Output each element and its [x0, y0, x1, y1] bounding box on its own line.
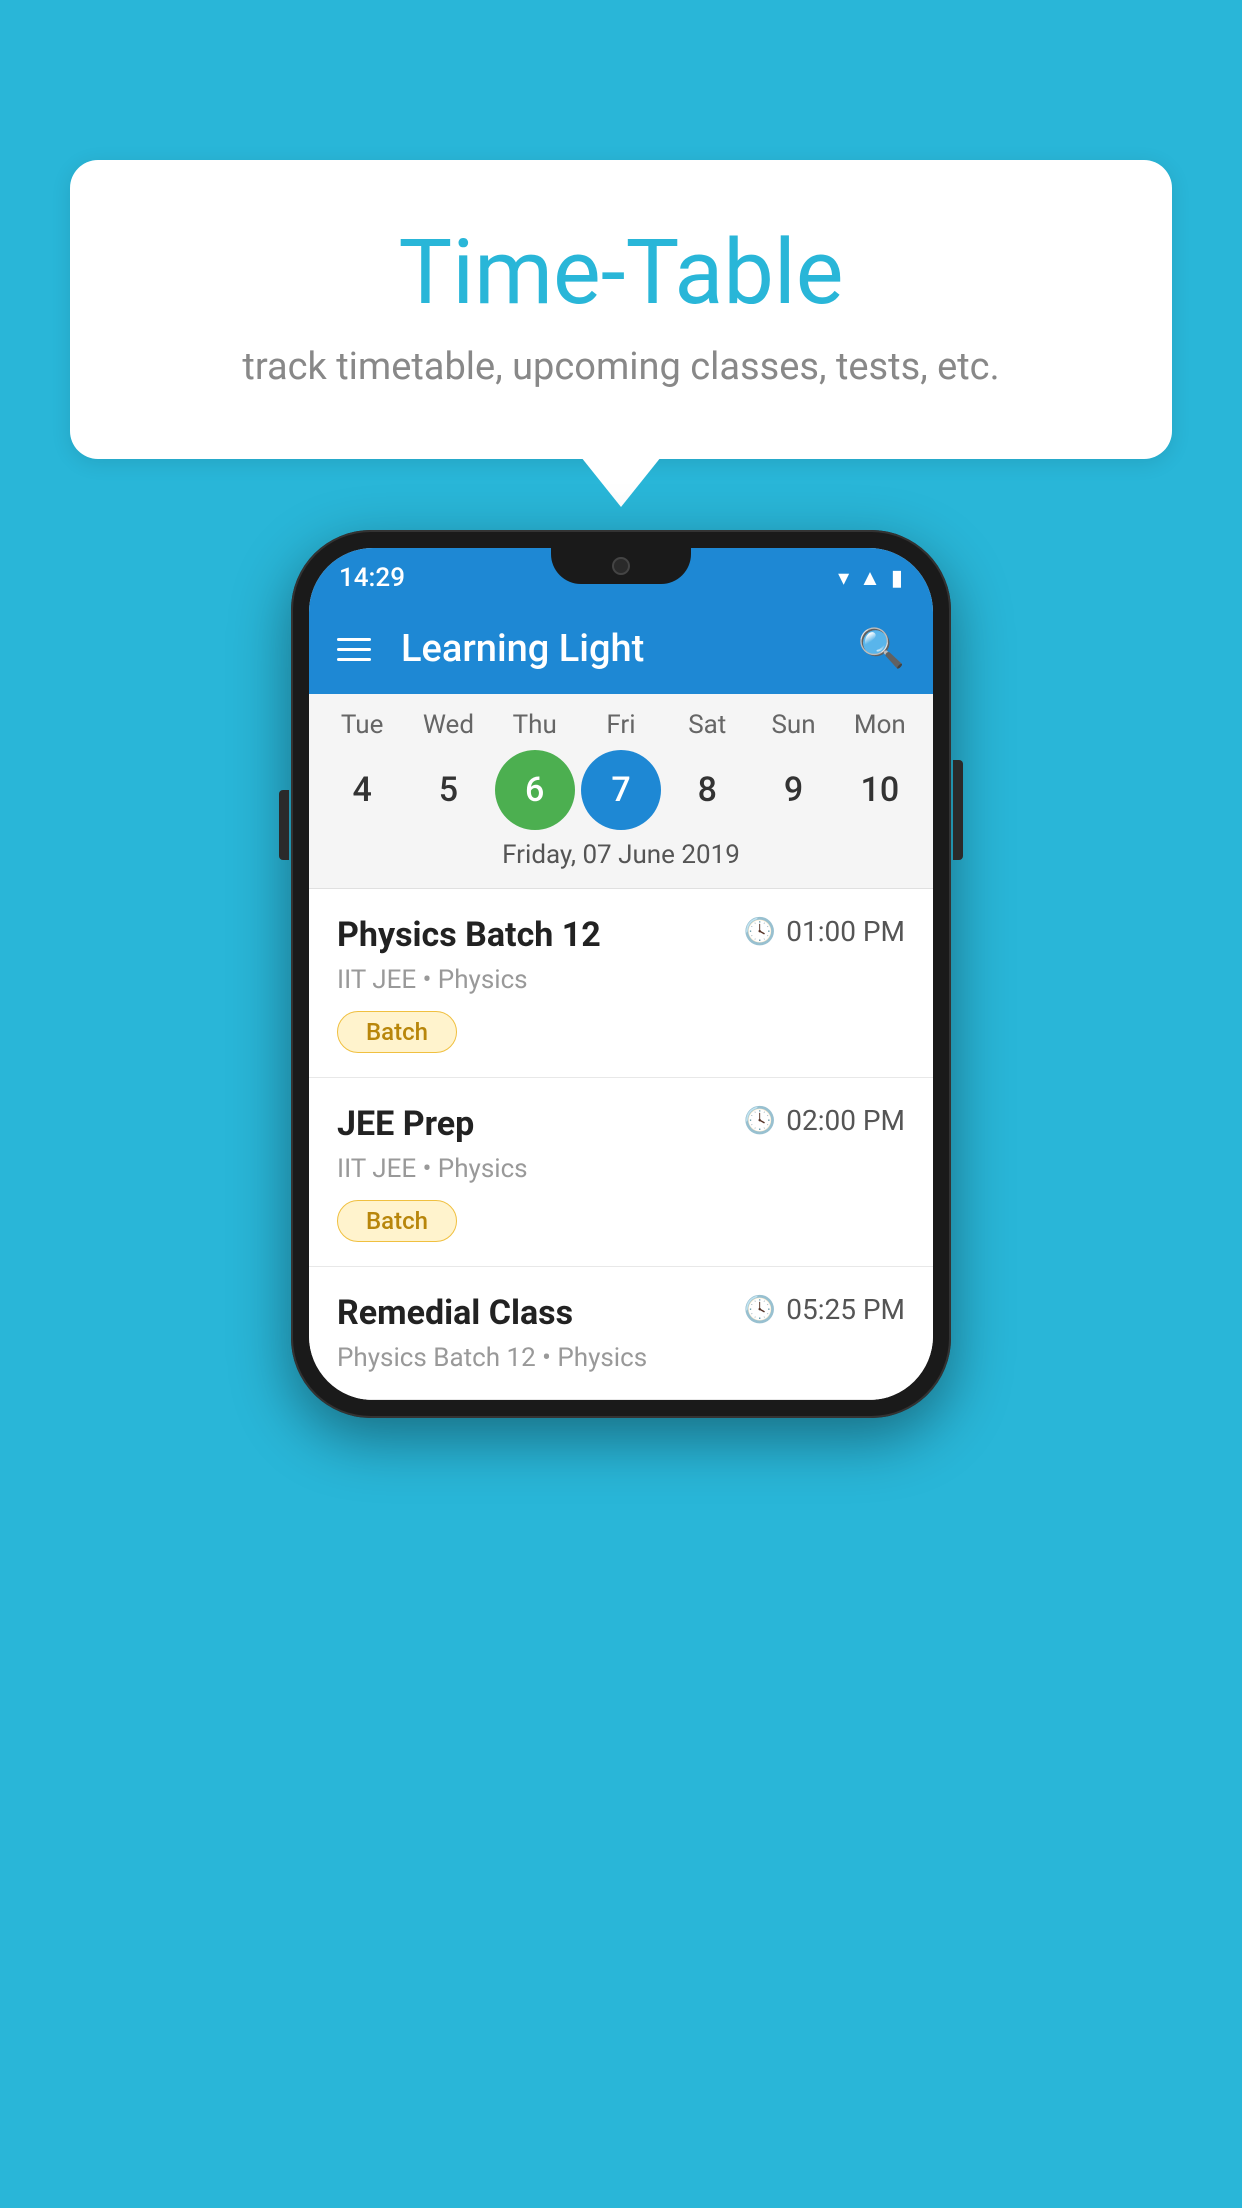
schedule-header-1: Physics Batch 12 🕓 01:00 PM [337, 915, 905, 955]
day-4[interactable]: 4 [322, 750, 402, 830]
time-value-1: 01:00 PM [786, 915, 905, 948]
selected-date-label: Friday, 07 June 2019 [309, 830, 933, 878]
day-8[interactable]: 8 [667, 750, 747, 830]
schedule-header-3: Remedial Class 🕓 05:25 PM [337, 1293, 905, 1333]
search-icon[interactable]: 🔍 [858, 627, 905, 671]
time-value-2: 02:00 PM [786, 1104, 905, 1137]
battery-icon: ▮ [891, 566, 903, 591]
signal-icon: ▲ [859, 565, 881, 591]
day-5[interactable]: 5 [408, 750, 488, 830]
speech-bubble-section: Time-Table track timetable, upcoming cla… [70, 160, 1172, 459]
day-name-wed: Wed [408, 710, 488, 740]
schedule-time-3: 🕓 05:25 PM [744, 1293, 905, 1326]
calendar-strip: Tue Wed Thu Fri Sat Sun Mon 4 5 6 7 8 9 … [309, 694, 933, 888]
wifi-icon: ▾ [838, 566, 849, 591]
speech-bubble: Time-Table track timetable, upcoming cla… [70, 160, 1172, 459]
clock-icon-1: 🕓 [744, 917, 776, 947]
schedule-time-1: 🕓 01:00 PM [744, 915, 905, 948]
app-bar: Learning Light 🔍 [309, 604, 933, 694]
notch [551, 548, 691, 584]
schedule-title-2: JEE Prep [337, 1104, 474, 1144]
day-name-fri: Fri [581, 710, 661, 740]
phone-mockup: 14:29 ▾ ▲ ▮ Learning Light 🔍 [291, 530, 951, 1418]
batch-tag-2: Batch [337, 1200, 457, 1242]
app-bar-title: Learning Light [401, 627, 828, 671]
day-9[interactable]: 9 [754, 750, 834, 830]
batch-tag-1: Batch [337, 1011, 457, 1053]
day-name-sat: Sat [667, 710, 747, 740]
schedule-meta-1: IIT JEE • Physics [337, 965, 905, 995]
schedule-item-2[interactable]: JEE Prep 🕓 02:00 PM IIT JEE • Physics Ba… [309, 1078, 933, 1267]
status-time: 14:29 [339, 563, 405, 593]
clock-icon-2: 🕓 [744, 1106, 776, 1136]
schedule-title-3: Remedial Class [337, 1293, 573, 1333]
day-name-tue: Tue [322, 710, 402, 740]
bubble-subtitle: track timetable, upcoming classes, tests… [150, 345, 1092, 389]
day-6-today[interactable]: 6 [495, 750, 575, 830]
phone-screen: 14:29 ▾ ▲ ▮ Learning Light 🔍 [309, 548, 933, 1400]
schedule-meta-3: Physics Batch 12 • Physics [337, 1343, 905, 1373]
day-7-selected[interactable]: 7 [581, 750, 661, 830]
day-name-thu: Thu [495, 710, 575, 740]
day-names-row: Tue Wed Thu Fri Sat Sun Mon [309, 710, 933, 740]
day-name-mon: Mon [840, 710, 920, 740]
day-10[interactable]: 10 [840, 750, 920, 830]
phone-outer: 14:29 ▾ ▲ ▮ Learning Light 🔍 [291, 530, 951, 1418]
schedule-meta-2: IIT JEE • Physics [337, 1154, 905, 1184]
bubble-title: Time-Table [150, 220, 1092, 325]
schedule-item-1[interactable]: Physics Batch 12 🕓 01:00 PM IIT JEE • Ph… [309, 889, 933, 1078]
status-icons: ▾ ▲ ▮ [838, 565, 903, 591]
day-name-sun: Sun [754, 710, 834, 740]
schedule-item-3[interactable]: Remedial Class 🕓 05:25 PM Physics Batch … [309, 1267, 933, 1400]
schedule-title-1: Physics Batch 12 [337, 915, 601, 955]
camera [612, 557, 630, 575]
schedule-time-2: 🕓 02:00 PM [744, 1104, 905, 1137]
clock-icon-3: 🕓 [744, 1295, 776, 1325]
time-value-3: 05:25 PM [786, 1293, 905, 1326]
hamburger-menu-button[interactable] [337, 638, 371, 661]
schedule-header-2: JEE Prep 🕓 02:00 PM [337, 1104, 905, 1144]
day-numbers-row: 4 5 6 7 8 9 10 [309, 750, 933, 830]
